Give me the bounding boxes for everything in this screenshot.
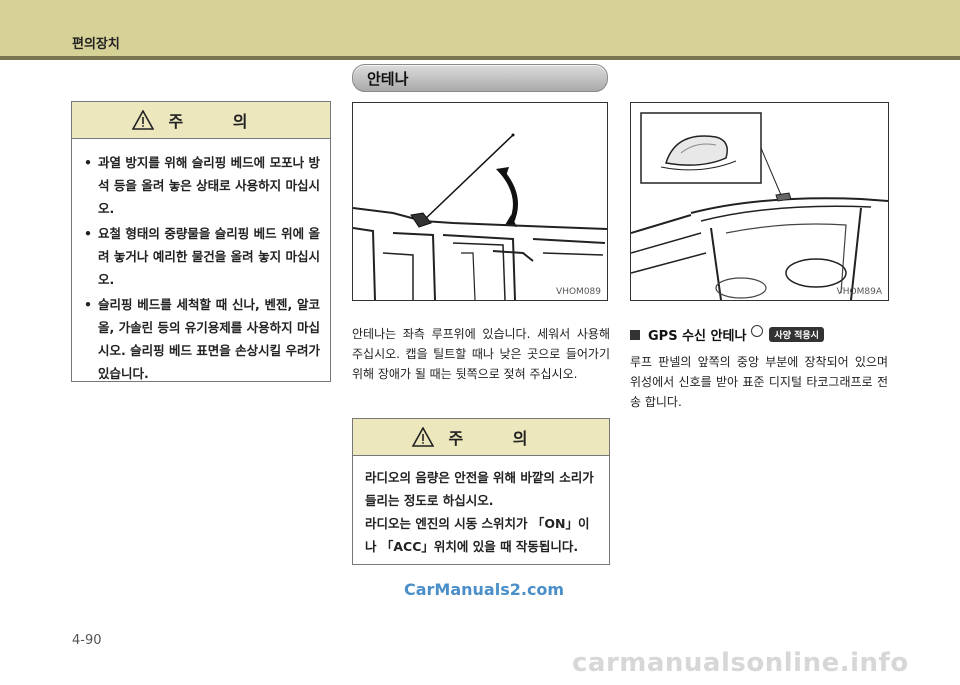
caution-header: 주 의 [353,419,609,456]
antenna-description: 안테나는 좌측 루프위에 있습니다. 세워서 사용해 주십시오. 캡을 틸트할 … [352,327,610,381]
figure-code: VHOM89A [836,287,882,297]
caution-item: 과열 방지를 위해 슬리핑 베드에 모포나 방석 등을 올려 놓은 상태로 사용… [84,151,320,220]
gps-antenna-drawing [631,112,888,300]
caution-item: 슬리핑 베드를 세척할 때 신나, 벤젠, 알코올, 가솔린 등의 유기용제를 … [84,293,320,385]
gps-description: 루프 판넬의 앞쪽의 중앙 부분에 장착되어 있으며 위성에서 신호를 받아 표… [630,355,888,409]
section-title-pill: 안테나 [352,64,608,92]
caution-item: 요철 형태의 중량물을 슬리핑 베드 위에 올려 놓거나 예리한 물건을 올려 … [84,222,320,291]
gps-section-title: GPS 수신 안테나 사양 적용시 [630,324,824,344]
caution-box-radio: 주 의 라디오의 음량은 안전을 위해 바깥의 소리가 들리는 정도로 하십시오… [352,418,610,565]
page-number: 4-90 [72,633,102,648]
antenna-illustration: VHOM089 [352,102,608,301]
gps-antenna-illustration: VHOM89A [630,102,889,301]
option-circle-icon [751,324,764,337]
caution-line: 라디오의 음량은 안전을 위해 바깥의 소리가 들리는 정도로 하십시오. [365,470,594,508]
warning-triangle-icon [132,110,155,130]
square-bullet-icon [630,329,640,340]
site-watermark: carmanualsonline.info [572,648,909,678]
page-header-title: 편의장치 [72,37,120,52]
option-badge: 사양 적용시 [769,327,824,342]
caution-header: 주 의 [72,102,330,139]
caution-heading: 주 의 [448,429,550,448]
figure-code: VHOM089 [556,287,601,297]
gps-title-text: GPS 수신 안테나 [648,329,747,344]
caution-body: 라디오의 음량은 안전을 위해 바깥의 소리가 들리는 정도로 하십시오. 라디… [353,456,609,558]
carmanuals-watermark: CarManuals2.com [404,580,565,599]
section-title: 안테나 [367,70,409,88]
header-divider [0,56,960,60]
caution-list: 과열 방지를 위해 슬리핑 베드에 모포나 방석 등을 올려 놓은 상태로 사용… [84,151,320,385]
caution-box-sleeping-bed: 주 의 과열 방지를 위해 슬리핑 베드에 모포나 방석 등을 올려 놓은 상태… [71,101,331,382]
caution-line: 라디오는 엔진의 시동 스위치가 「ON」이나 「ACC」위치에 있을 때 작동… [365,516,590,554]
warning-triangle-icon [412,427,435,447]
header-band [0,0,960,56]
caution-heading: 주 의 [168,112,270,131]
antenna-drawing [353,133,607,300]
